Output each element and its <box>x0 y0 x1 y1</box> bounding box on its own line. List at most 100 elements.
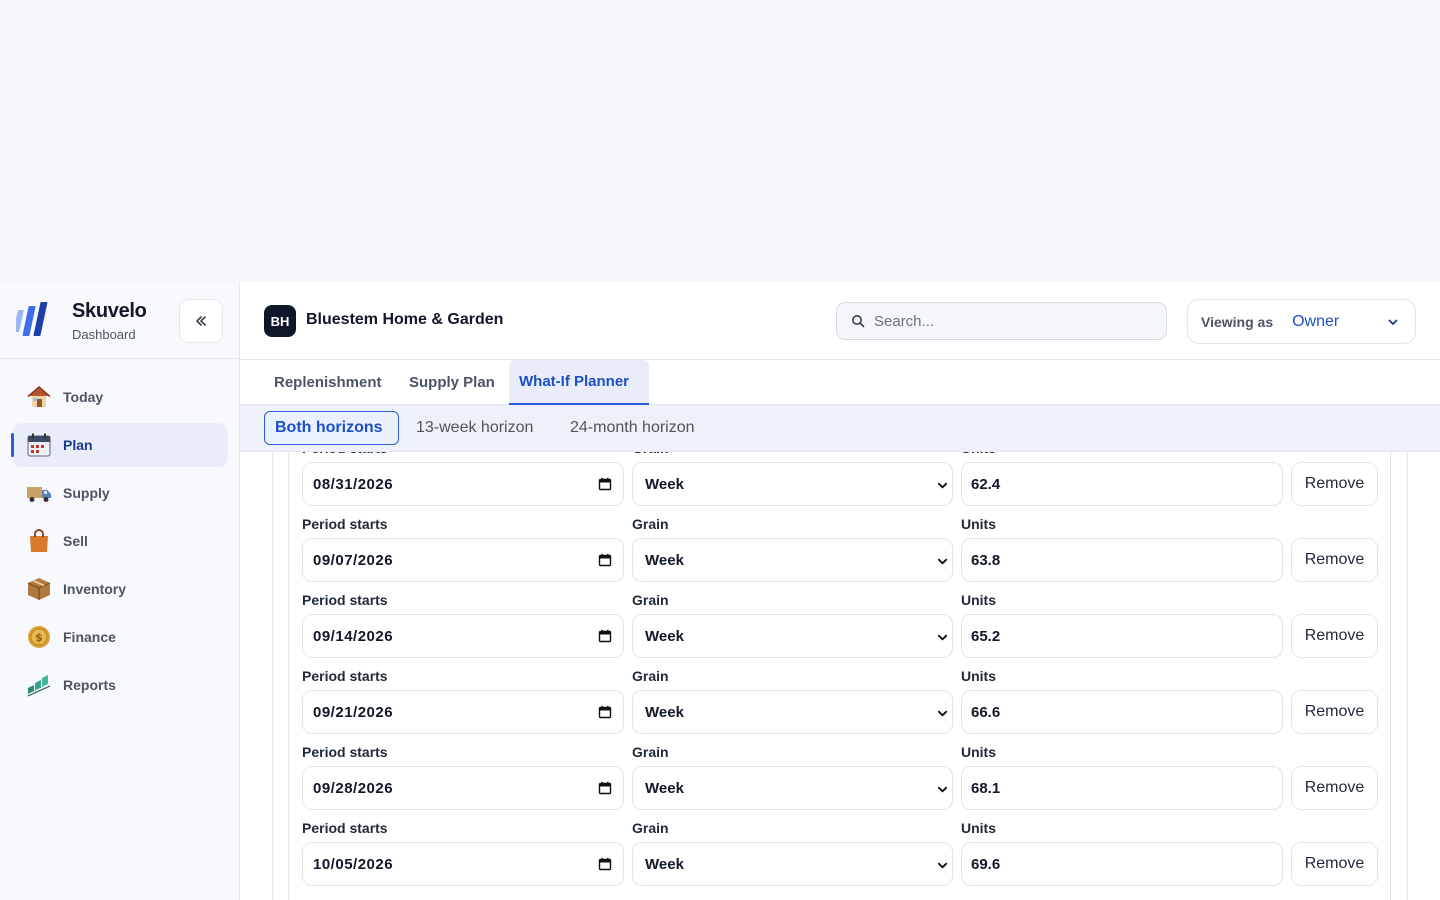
bar-chart-icon <box>26 672 52 698</box>
grain-label: Grain <box>632 592 669 608</box>
calendar-picker-icon[interactable] <box>598 629 612 643</box>
horizon-subtabs: Both horizons 13-week horizon 24-month h… <box>240 405 1440 452</box>
grain-value: Week <box>645 855 684 873</box>
search-box[interactable] <box>836 302 1167 340</box>
units-label: Units <box>961 744 996 760</box>
grain-select[interactable]: Week <box>632 538 953 582</box>
grain-select[interactable]: Week <box>632 614 953 658</box>
units-input[interactable]: 66.6 <box>961 690 1283 734</box>
period-start-value: 09/14/2026 <box>313 627 394 645</box>
override-row: Period starts Grain Units 10/05/2026 Week 69.… <box>302 820 1378 896</box>
units-label: Units <box>961 592 996 608</box>
units-input[interactable]: 65.2 <box>961 614 1283 658</box>
grain-value: Week <box>645 779 684 797</box>
sidebar-item-plan[interactable]: Plan <box>11 423 228 467</box>
remove-row-button[interactable]: Remove <box>1291 462 1378 506</box>
viewing-as-label: Viewing as <box>1201 313 1274 330</box>
truck-icon <box>26 480 52 506</box>
sidebar-item-reports[interactable]: Reports <box>12 663 228 707</box>
grain-select[interactable]: Week <box>632 766 953 810</box>
period-start-date-input[interactable]: 09/07/2026 <box>302 538 624 582</box>
period-start-date-input[interactable]: 09/14/2026 <box>302 614 624 658</box>
search-icon <box>852 315 865 328</box>
what-if-content: Period starts Grain Units 08/31/2026 Week 62.… <box>240 452 1440 900</box>
viewing-as-value: Owner <box>1292 312 1340 330</box>
org-name: Bluestem Home & Garden <box>306 311 504 328</box>
grain-select[interactable]: Week <box>632 462 953 506</box>
chevron-down-icon <box>1388 319 1398 325</box>
period-start-date-input[interactable]: 09/21/2026 <box>302 690 624 734</box>
subtab-24-month-horizon[interactable]: 24-month horizon <box>560 411 705 445</box>
shopping-bag-icon <box>26 528 52 554</box>
svg-text:$: $ <box>35 631 43 644</box>
units-value: 63.8 <box>971 551 1001 569</box>
remove-row-button[interactable]: Remove <box>1291 690 1378 734</box>
remove-row-button[interactable]: Remove <box>1291 766 1378 810</box>
search-input[interactable] <box>874 312 1154 330</box>
override-row: Period starts Grain Units 09/07/2026 Week 63.… <box>302 516 1378 592</box>
units-value: 65.2 <box>971 627 1001 645</box>
tab-supply-plan[interactable]: Supply Plan <box>399 360 505 405</box>
calendar-picker-icon[interactable] <box>598 857 612 871</box>
sidebar-nav: Today Plan Supply Sell Inventory $ Finan… <box>11 375 228 711</box>
top-bar: BH Bluestem Home & Garden Viewing as Own… <box>240 282 1440 360</box>
sidebar-item-label: Supply <box>63 485 110 501</box>
remove-row-button[interactable]: Remove <box>1291 538 1378 582</box>
period-start-value: 10/05/2026 <box>313 855 394 873</box>
tab-what-if-planner[interactable]: What-If Planner <box>509 360 649 405</box>
chevron-down-icon <box>937 862 948 869</box>
grain-label: Grain <box>632 516 669 532</box>
viewing-as-select[interactable]: Viewing as Owner <box>1187 299 1416 344</box>
tab-replenishment[interactable]: Replenishment <box>264 360 392 405</box>
chevron-down-icon <box>937 482 948 489</box>
units-value: 66.6 <box>971 703 1001 721</box>
coin-icon: $ <box>26 624 52 650</box>
chevron-down-icon <box>937 786 948 793</box>
collapse-sidebar-button[interactable] <box>179 299 223 343</box>
remove-row-button[interactable]: Remove <box>1291 842 1378 886</box>
org-avatar[interactable]: BH <box>264 305 296 337</box>
grain-select[interactable]: Week <box>632 690 953 734</box>
grain-value: Week <box>645 703 684 721</box>
grain-select[interactable]: Week <box>632 842 953 886</box>
sidebar-item-finance[interactable]: $ Finance <box>12 615 228 659</box>
units-input[interactable]: 69.6 <box>961 842 1283 886</box>
grain-label: Grain <box>632 668 669 684</box>
sidebar-item-label: Finance <box>63 629 116 645</box>
override-row: Period starts Grain Units 09/28/2026 Week 68.… <box>302 744 1378 820</box>
sidebar-item-today[interactable]: Today <box>12 375 228 419</box>
period-starts-label: Period starts <box>302 820 388 836</box>
units-label: Units <box>961 820 996 836</box>
sidebar-item-label: Inventory <box>63 581 127 597</box>
main-tabs: Replenishment Supply Plan What-If Planne… <box>240 360 1440 405</box>
calendar-picker-icon[interactable] <box>598 477 612 491</box>
sidebar-item-supply[interactable]: Supply <box>12 471 228 515</box>
calendar-picker-icon[interactable] <box>598 553 612 567</box>
period-start-value: 09/28/2026 <box>313 779 394 797</box>
units-label: Units <box>961 452 996 456</box>
calendar-picker-icon[interactable] <box>598 781 612 795</box>
house-icon <box>26 384 52 410</box>
double-chevron-left-icon <box>196 316 206 326</box>
units-input[interactable]: 63.8 <box>961 538 1283 582</box>
subtab-both-horizons[interactable]: Both horizons <box>264 411 399 445</box>
sidebar-item-inventory[interactable]: Inventory <box>12 567 228 611</box>
units-value: 62.4 <box>971 475 1001 493</box>
remove-row-button[interactable]: Remove <box>1291 614 1378 658</box>
sidebar-item-label: Plan <box>63 437 93 453</box>
period-start-date-input[interactable]: 09/28/2026 <box>302 766 624 810</box>
chevron-down-icon <box>937 634 948 641</box>
units-input[interactable]: 68.1 <box>961 766 1283 810</box>
period-start-date-input[interactable]: 10/05/2026 <box>302 842 624 886</box>
sidebar-item-sell[interactable]: Sell <box>12 519 228 563</box>
sidebar-item-label: Sell <box>63 533 88 549</box>
units-label: Units <box>961 516 996 532</box>
units-value: 68.1 <box>971 779 1001 797</box>
units-input[interactable]: 62.4 <box>961 462 1283 506</box>
calendar-picker-icon[interactable] <box>598 705 612 719</box>
chevron-down-icon <box>937 558 948 565</box>
sidebar-item-label: Today <box>63 389 104 405</box>
calendar-icon <box>26 432 52 458</box>
period-start-date-input[interactable]: 08/31/2026 <box>302 462 624 506</box>
subtab-13-week-horizon[interactable]: 13-week horizon <box>406 411 543 445</box>
